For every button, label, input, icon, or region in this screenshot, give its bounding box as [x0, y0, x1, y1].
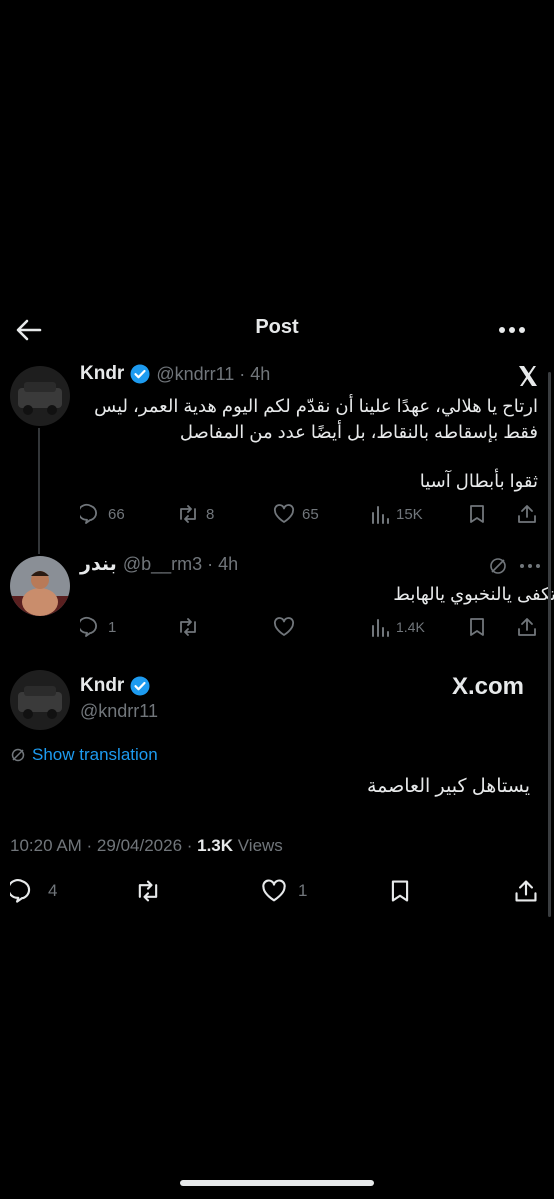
share-icon [515, 880, 537, 902]
verified-badge-icon [130, 676, 150, 696]
share-button[interactable] [516, 503, 538, 525]
reply-button[interactable]: 1 [80, 616, 116, 638]
repost-icon [180, 618, 196, 636]
post-text: يستاهل كبير العاصمة [366, 776, 530, 797]
avatar[interactable] [10, 366, 70, 426]
x-logo-icon [516, 364, 540, 393]
scrollbar[interactable] [548, 372, 551, 917]
analytics-icon [372, 506, 389, 524]
repost-button[interactable] [134, 878, 162, 904]
x-com-logo: X.com [452, 673, 525, 700]
verified-badge-icon [130, 364, 150, 384]
translate-icon [11, 748, 25, 762]
views-count: 1.3K [197, 836, 234, 855]
post-text-line-2: فقط بإسقاطه بالنقاط، بل أيضًا عدد من الم… [179, 422, 538, 442]
more-button[interactable] [496, 318, 528, 342]
thread-line [38, 428, 40, 554]
author-handle-time: @kndrr11 · 4h [156, 363, 271, 384]
post-timestamp: 10:20 AM · 29/04/2026 · [10, 836, 198, 855]
bookmark-button[interactable] [387, 878, 413, 904]
like-button[interactable] [272, 616, 296, 638]
post-text-line-1: ارتاح يا هلالي، عهدًا علينا أن نقدّم لكم… [94, 396, 538, 416]
author-handle: @kndrr11 [80, 701, 158, 721]
like-count: 1 [298, 881, 308, 900]
views-count: 1.4K [396, 619, 425, 635]
reply-button[interactable]: 66 [80, 503, 125, 525]
repost-count: 8 [206, 505, 215, 523]
repost-button[interactable] [176, 616, 200, 638]
more-options-icon[interactable] [518, 556, 542, 581]
bookmark-button[interactable] [466, 503, 488, 525]
car-avatar-image [10, 366, 70, 426]
heart-icon [273, 504, 295, 523]
views-count: 15K [396, 505, 423, 523]
repost-icon [138, 880, 158, 902]
bookmark-button[interactable] [466, 616, 488, 638]
show-translation-link[interactable]: Show translation [10, 745, 158, 765]
post-author-row: بندر @b__rm3 · 4h [80, 553, 238, 576]
avatar[interactable] [10, 670, 70, 730]
share-icon [518, 618, 536, 636]
reply-count: 4 [48, 881, 58, 900]
post-timestamp-views: 10:20 AM · 29/04/2026 · 1.3K Views [10, 836, 283, 856]
repost-button[interactable]: 8 [176, 503, 214, 525]
post-text: تكفى يالنخبوي يالهابط [393, 584, 554, 604]
post-text-line-3: ثقوا بأبطال آسيا [419, 471, 538, 491]
heart-icon [262, 879, 286, 902]
reply-count: 66 [108, 505, 125, 523]
post-author-row: Kndr [80, 675, 150, 697]
author-name[interactable]: Kndr [80, 363, 124, 385]
author-handle-time: @b__rm3 · 4h [122, 554, 239, 574]
bookmark-icon [470, 618, 484, 636]
bookmark-icon [391, 880, 409, 902]
avatar[interactable] [10, 556, 70, 616]
share-button[interactable] [513, 878, 539, 904]
like-button[interactable]: 65 [272, 503, 319, 525]
repost-icon [180, 505, 196, 523]
share-icon [518, 505, 536, 523]
player-avatar-image [10, 556, 70, 616]
views-button[interactable]: 15K [370, 503, 423, 525]
page-title: Post [255, 316, 299, 338]
reply-count: 1 [108, 618, 117, 636]
post-author-row: Kndr @kndrr11 · 4h [80, 363, 270, 385]
car-avatar-image [10, 670, 70, 730]
analytics-icon [372, 619, 389, 637]
translate-icon[interactable] [488, 556, 508, 581]
reply-button[interactable]: 4 [10, 878, 57, 904]
share-button[interactable] [516, 616, 538, 638]
views-button[interactable]: 1.4K [370, 616, 425, 638]
like-count: 65 [302, 505, 319, 523]
like-button[interactable]: 1 [260, 878, 307, 904]
reply-icon [80, 503, 97, 524]
author-name[interactable]: Kndr [80, 675, 124, 697]
reply-icon [80, 616, 97, 637]
author-name[interactable]: بندر [80, 553, 117, 576]
heart-icon [273, 617, 295, 636]
more-horizontal-icon [499, 327, 525, 333]
show-translation-label: Show translation [32, 745, 158, 764]
home-indicator[interactable] [180, 1180, 374, 1186]
reply-icon [10, 879, 31, 903]
bookmark-icon [470, 505, 484, 523]
views-label: Views [233, 836, 283, 855]
